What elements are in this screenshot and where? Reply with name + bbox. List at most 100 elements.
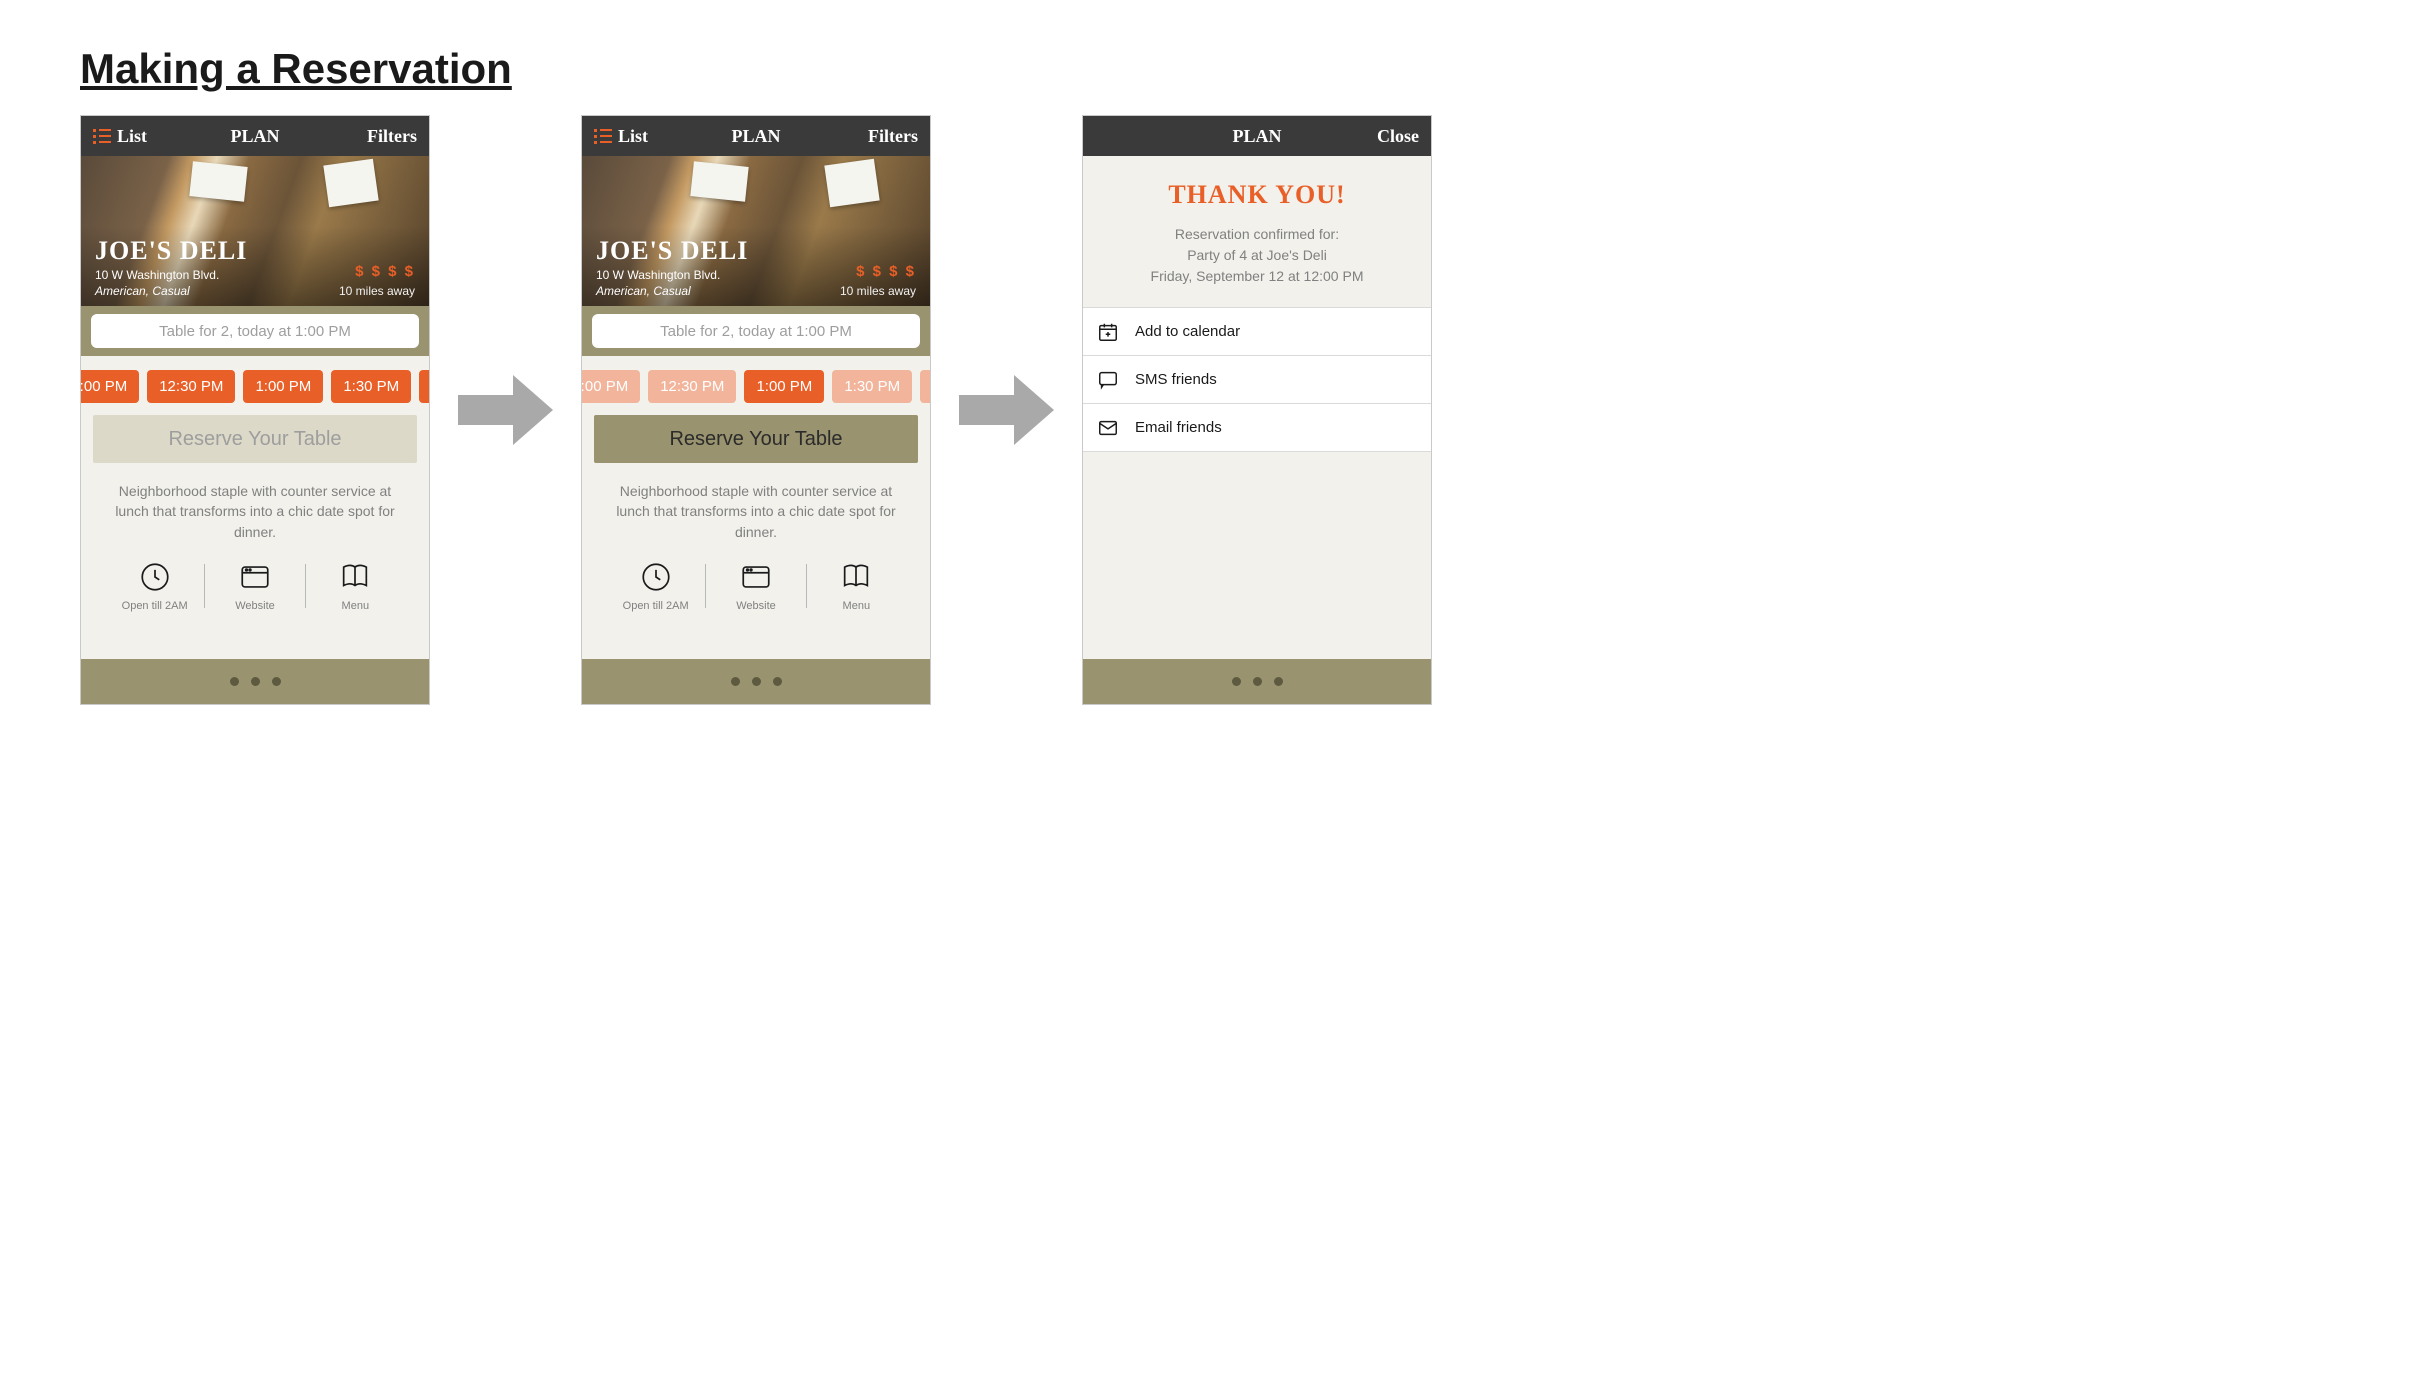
info-row: Open till 2AM Website Menu xyxy=(81,556,429,630)
page-dot xyxy=(1253,677,1262,686)
restaurant-description: Neighborhood staple with counter service… xyxy=(582,477,930,556)
close-button[interactable]: Close xyxy=(1377,126,1419,147)
app-title: PLAN xyxy=(732,126,781,147)
hours-button[interactable]: Open till 2AM xyxy=(606,560,705,612)
confirmation-line2: Party of 4 at Joe's Deli xyxy=(1099,245,1415,266)
screen-restaurant-detail-initial: List PLAN Filters JOE'S DELI 10 W Washin… xyxy=(80,115,430,705)
menu-button[interactable]: Menu xyxy=(306,560,405,612)
timeslot-selected[interactable]: 1:00 PM xyxy=(744,370,824,403)
restaurant-name: JOE'S DELI xyxy=(596,236,916,266)
timeslot[interactable]: 12:30 PM xyxy=(147,370,235,403)
sms-friends-button[interactable]: SMS friends xyxy=(1083,356,1431,404)
topbar: List PLAN Filters xyxy=(582,116,930,156)
timeslot[interactable]: 12:00 PM xyxy=(81,370,139,403)
menu-book-icon xyxy=(338,560,372,594)
timeslot[interactable]: 1:30 PM xyxy=(832,370,912,403)
price-level: $ $ $ $ xyxy=(355,263,415,280)
hero-image: JOE'S DELI 10 W Washington Blvd. America… xyxy=(81,156,429,306)
timeslot[interactable]: 1:30 PM xyxy=(331,370,411,403)
app-title: PLAN xyxy=(1233,126,1282,147)
page-dot xyxy=(752,677,761,686)
page-dot xyxy=(272,677,281,686)
clock-icon xyxy=(138,560,172,594)
sms-icon xyxy=(1097,369,1119,391)
distance-label: 10 miles away xyxy=(339,284,415,298)
website-label: Website xyxy=(235,600,275,612)
add-to-calendar-button[interactable]: Add to calendar xyxy=(1083,308,1431,356)
filters-button[interactable]: Filters xyxy=(868,126,918,147)
reserve-button[interactable]: Reserve Your Table xyxy=(594,415,918,463)
menu-label: Menu xyxy=(843,600,871,612)
flow-arrow-icon xyxy=(959,375,1054,445)
browser-icon xyxy=(739,560,773,594)
page-dot xyxy=(1232,677,1241,686)
menu-button[interactable]: Menu xyxy=(807,560,906,612)
list-icon xyxy=(594,129,612,143)
menu-label: Menu xyxy=(342,600,370,612)
page-indicator[interactable] xyxy=(81,659,429,704)
timeslot-row[interactable]: 12:00 PM 12:30 PM 1:00 PM 1:30 PM 2:00 P… xyxy=(81,356,429,413)
page-indicator[interactable] xyxy=(1083,659,1431,704)
list-button[interactable]: List xyxy=(93,126,147,147)
timeslot[interactable]: 2:00 PM xyxy=(920,370,930,403)
screen-confirmation: PLAN Close THANK YOU! Reservation confir… xyxy=(1082,115,1432,705)
hero-image: JOE'S DELI 10 W Washington Blvd. America… xyxy=(582,156,930,306)
confirmation-line3: Friday, September 12 at 12:00 PM xyxy=(1099,266,1415,287)
topbar: PLAN Close xyxy=(1083,116,1431,156)
price-tag-decor xyxy=(824,159,879,208)
party-summary-bar: Table for 2, today at 1:00 PM xyxy=(81,306,429,356)
page-dot xyxy=(773,677,782,686)
price-tag-decor xyxy=(189,161,247,202)
thank-you-heading: THANK YOU! xyxy=(1099,180,1415,210)
screen-restaurant-detail-selected: List PLAN Filters JOE'S DELI 10 W Washin… xyxy=(581,115,931,705)
action-list: Add to calendar SMS friends Email friend… xyxy=(1083,307,1431,452)
app-title: PLAN xyxy=(231,126,280,147)
email-friends-button[interactable]: Email friends xyxy=(1083,404,1431,452)
flow-stage: List PLAN Filters JOE'S DELI 10 W Washin… xyxy=(80,115,1432,705)
website-label: Website xyxy=(736,600,776,612)
timeslot[interactable]: 2:00 PM xyxy=(419,370,429,403)
list-button[interactable]: List xyxy=(594,126,648,147)
action-label: Email friends xyxy=(1135,419,1222,436)
topbar: List PLAN Filters xyxy=(81,116,429,156)
hours-label: Open till 2AM xyxy=(623,600,689,612)
timeslot-row[interactable]: 12:00 PM 12:30 PM 1:00 PM 1:30 PM 2:00 P… xyxy=(582,356,930,413)
party-summary-button[interactable]: Table for 2, today at 1:00 PM xyxy=(91,314,419,348)
page-dot xyxy=(1274,677,1283,686)
price-tag-decor xyxy=(323,159,378,208)
timeslot[interactable]: 12:30 PM xyxy=(648,370,736,403)
timeslot[interactable]: 12:00 PM xyxy=(582,370,640,403)
filters-button[interactable]: Filters xyxy=(367,126,417,147)
price-tag-decor xyxy=(690,161,748,202)
restaurant-description: Neighborhood staple with counter service… xyxy=(81,477,429,556)
page-dot xyxy=(251,677,260,686)
party-summary-bar: Table for 2, today at 1:00 PM xyxy=(582,306,930,356)
flow-arrow-icon xyxy=(458,375,553,445)
distance-label: 10 miles away xyxy=(840,284,916,298)
restaurant-name: JOE'S DELI xyxy=(95,236,415,266)
website-button[interactable]: Website xyxy=(706,560,805,612)
page-dot xyxy=(230,677,239,686)
list-label: List xyxy=(618,126,648,147)
browser-icon xyxy=(238,560,272,594)
calendar-add-icon xyxy=(1097,321,1119,343)
party-summary-button[interactable]: Table for 2, today at 1:00 PM xyxy=(592,314,920,348)
price-level: $ $ $ $ xyxy=(856,263,916,280)
action-label: Add to calendar xyxy=(1135,323,1240,340)
menu-book-icon xyxy=(839,560,873,594)
hours-label: Open till 2AM xyxy=(122,600,188,612)
clock-icon xyxy=(639,560,673,594)
page-dot xyxy=(731,677,740,686)
timeslot[interactable]: 1:00 PM xyxy=(243,370,323,403)
page-indicator[interactable] xyxy=(582,659,930,704)
list-icon xyxy=(93,129,111,143)
info-row: Open till 2AM Website Menu xyxy=(582,556,930,630)
website-button[interactable]: Website xyxy=(205,560,304,612)
hours-button[interactable]: Open till 2AM xyxy=(105,560,204,612)
page-title: Making a Reservation xyxy=(80,45,512,93)
confirmation-block: THANK YOU! Reservation confirmed for: Pa… xyxy=(1083,156,1431,307)
reserve-button: Reserve Your Table xyxy=(93,415,417,463)
email-icon xyxy=(1097,417,1119,439)
list-label: List xyxy=(117,126,147,147)
action-label: SMS friends xyxy=(1135,371,1217,388)
